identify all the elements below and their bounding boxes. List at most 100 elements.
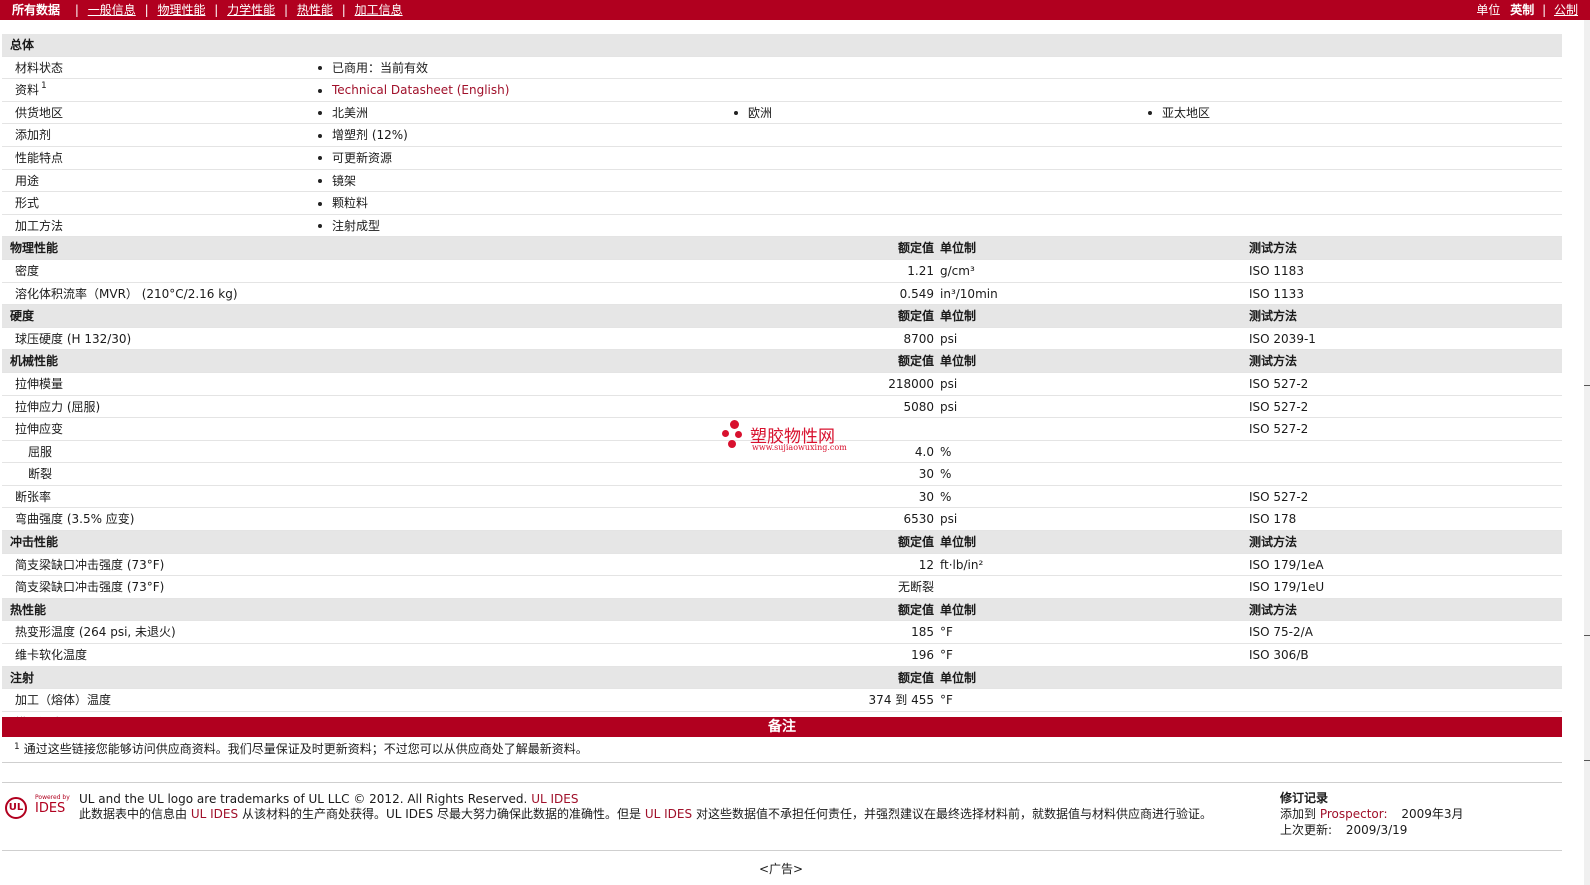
row-sublabel: 屈服 bbox=[28, 444, 53, 459]
row-test: ISO 178 bbox=[1249, 512, 1297, 527]
disclaimer-part: 对这些数据值不承担任何责任，并强烈建议在最终选择材料前，就数据值与材料供应商进行… bbox=[695, 807, 1212, 821]
section-header-general: 总体 bbox=[2, 34, 1562, 57]
table-row: 用途 镜架 bbox=[2, 170, 1562, 193]
row-value: 无断裂 bbox=[897, 580, 934, 595]
row-test: ISO 527-2 bbox=[1249, 422, 1309, 437]
bullet-icon bbox=[318, 179, 322, 184]
nav-separator: | bbox=[74, 3, 79, 17]
row-value: 374 到 455 bbox=[868, 693, 934, 708]
row-label: 形式 bbox=[15, 196, 40, 211]
status-value: 已商用：当前有效 bbox=[332, 60, 429, 75]
section-title: 总体 bbox=[10, 38, 35, 52]
units-label: 单位 bbox=[1476, 3, 1501, 17]
row-label: 加工（熔体）温度 bbox=[15, 693, 112, 708]
nav-separator: | bbox=[214, 3, 219, 17]
section-title: 机械性能 bbox=[10, 354, 59, 369]
scrollbar-mark bbox=[1584, 635, 1590, 636]
section-header-thermal: 热性能 额定值 单位制 测试方法 bbox=[2, 598, 1562, 622]
technical-datasheet-link[interactable]: Technical Datasheet (English) bbox=[332, 83, 509, 97]
section-title: 注射 bbox=[10, 670, 35, 685]
prospector-link[interactable]: Prospector: bbox=[1320, 807, 1388, 821]
row-test: ISO 1133 bbox=[1249, 286, 1304, 301]
row-label: 加工方法 bbox=[15, 218, 64, 233]
row-unit: °F bbox=[940, 648, 953, 663]
bullet-icon bbox=[1148, 111, 1152, 116]
table-row: 密度 1.21 g/cm³ ISO 1183 bbox=[2, 260, 1562, 283]
row-value: 0.549 bbox=[899, 286, 934, 301]
section-title: 冲击性能 bbox=[10, 535, 59, 550]
tab-processing[interactable]: 加工信息 bbox=[355, 0, 403, 20]
row-unit: °F bbox=[940, 625, 953, 640]
row-value: 30 bbox=[918, 467, 934, 482]
tab-mechanical[interactable]: 力学性能 bbox=[227, 0, 275, 20]
region-europe: 欧洲 bbox=[748, 105, 773, 120]
tab-general-info[interactable]: 一般信息 bbox=[88, 0, 136, 20]
use-value: 镜架 bbox=[332, 173, 357, 188]
table-row: 简支梁缺口冲击强度 (73°F) 12 ft·lb/in² ISO 179/1e… bbox=[2, 554, 1562, 577]
col-header-value: 额定值 bbox=[897, 309, 934, 324]
region-value: 亚太地区 bbox=[1148, 102, 1210, 124]
bullet-icon bbox=[318, 88, 322, 93]
row-label: 资料 1 bbox=[15, 79, 47, 101]
top-nav-bar: 所有数据 | 一般信息 | 物理性能 | 力学性能 | 热性能 | 加工信息 单… bbox=[0, 0, 1590, 20]
row-unit: °F bbox=[940, 693, 953, 708]
bullet-icon bbox=[318, 133, 322, 138]
section-title: 硬度 bbox=[10, 309, 35, 324]
row-value: 30 bbox=[918, 489, 934, 504]
row-label: 性能特点 bbox=[15, 150, 64, 165]
table-row: 形式 颗粒料 bbox=[2, 192, 1562, 215]
disclaimer-part: 从该材料的生产商处获得。UL IDES 尽最大努力确保此数据的准确性。但是 bbox=[241, 807, 642, 821]
table-row: 添加剂 增塑剂 (12%) bbox=[2, 124, 1562, 147]
row-value: 注射成型 bbox=[318, 215, 380, 237]
row-value: 已商用：当前有效 bbox=[318, 57, 428, 79]
col-header-value: 额定值 bbox=[897, 535, 934, 550]
divider bbox=[2, 850, 1562, 851]
row-test: ISO 179/1eA bbox=[1249, 557, 1324, 572]
footnote-number: 1 bbox=[14, 742, 20, 752]
section-header-hardness: 硬度 额定值 单位制 测试方法 bbox=[2, 305, 1562, 328]
ul-ides-link[interactable]: UL IDES bbox=[645, 807, 692, 821]
row-value: 218000 bbox=[888, 376, 934, 391]
form-value: 颗粒料 bbox=[332, 196, 369, 211]
divider bbox=[2, 762, 1562, 763]
doc-label: 资料 bbox=[15, 83, 40, 98]
scrollbar[interactable] bbox=[1584, 20, 1590, 885]
tab-thermal[interactable]: 热性能 bbox=[297, 0, 333, 20]
table-row: 断裂 30 % bbox=[2, 463, 1562, 486]
table-row: 维卡软化温度 196 °F ISO 306/B bbox=[2, 644, 1562, 667]
units-metric-link[interactable]: 公制 bbox=[1554, 3, 1578, 17]
section-title: 物理性能 bbox=[10, 241, 59, 256]
revision-label: 上次更新: bbox=[1280, 823, 1333, 837]
tab-physical[interactable]: 物理性能 bbox=[157, 0, 205, 20]
ul-ides-link[interactable]: UL IDES bbox=[531, 792, 578, 806]
row-test: ISO 179/1eU bbox=[1249, 580, 1325, 595]
feature-value: 可更新资源 bbox=[332, 150, 393, 165]
section-title: 热性能 bbox=[10, 602, 47, 617]
bullet-icon bbox=[318, 224, 322, 229]
table-row: 弯曲强度 (3.5% 应变) 6530 psi ISO 178 bbox=[2, 508, 1562, 532]
row-test: ISO 527-2 bbox=[1249, 376, 1309, 391]
revision-value: 2009年3月 bbox=[1401, 807, 1464, 821]
row-value: Technical Datasheet (English) bbox=[318, 79, 509, 101]
table-row: 加工（熔体）温度 374 到 455 °F bbox=[2, 689, 1562, 712]
section-header-physical: 物理性能 额定值 单位制 测试方法 bbox=[2, 237, 1562, 260]
col-header-unit: 单位制 bbox=[940, 354, 977, 369]
bullet-icon bbox=[318, 156, 322, 161]
units-imperial[interactable]: 英制 bbox=[1510, 3, 1534, 17]
ul-ides-link[interactable]: UL IDES bbox=[191, 807, 238, 821]
col-header-unit: 单位制 bbox=[940, 535, 977, 550]
row-label: 球压硬度 (H 132/30) bbox=[15, 331, 132, 346]
row-unit: g/cm³ bbox=[940, 263, 975, 278]
revision-added: 添加到 Prospector: 2009年3月 bbox=[1280, 806, 1464, 822]
row-unit: psi bbox=[940, 331, 958, 346]
col-header-value: 额定值 bbox=[897, 670, 934, 685]
tab-all-data[interactable]: 所有数据 bbox=[12, 0, 60, 20]
col-header-unit: 单位制 bbox=[940, 241, 977, 256]
table-row: 加工方法 注射成型 bbox=[2, 215, 1562, 238]
row-test: ISO 1183 bbox=[1249, 263, 1304, 278]
col-header-unit: 单位制 bbox=[940, 309, 977, 324]
bullet-icon bbox=[318, 201, 322, 206]
row-label: 拉伸应变 bbox=[15, 422, 64, 437]
row-label: 拉伸应力 (屈服) bbox=[15, 399, 101, 414]
disclaimer: 此数据表中的信息由 UL IDES 从该材料的生产商处获得。UL IDES 尽最… bbox=[79, 807, 1259, 822]
